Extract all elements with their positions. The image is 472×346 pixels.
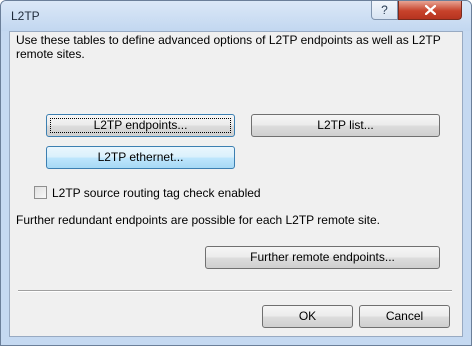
- source-routing-tag-label[interactable]: L2TP source routing tag check enabled: [52, 186, 261, 200]
- close-button[interactable]: [398, 1, 462, 20]
- help-icon: ?: [381, 3, 388, 17]
- footer-separator: [18, 290, 452, 292]
- focus-rect: [50, 118, 231, 133]
- window-title: L2TP: [11, 9, 40, 23]
- close-icon: [424, 4, 436, 16]
- l2tp-endpoints-button[interactable]: L2TP endpoints...: [46, 114, 235, 137]
- ok-label: OK: [298, 309, 317, 323]
- source-routing-tag-checkbox[interactable]: [34, 186, 47, 199]
- l2tp-list-label: L2TP list...: [317, 118, 374, 132]
- l2tp-ethernet-button[interactable]: L2TP ethernet...: [46, 146, 235, 169]
- further-remote-endpoints-button[interactable]: Further remote endpoints...: [205, 246, 440, 269]
- help-button[interactable]: ?: [371, 1, 398, 20]
- cancel-label: Cancel: [385, 309, 424, 323]
- redundant-endpoints-note: Further redundant endpoints are possible…: [16, 213, 380, 227]
- description-text: Use these tables to define advanced opti…: [16, 33, 441, 61]
- l2tp-list-button[interactable]: L2TP list...: [251, 114, 440, 137]
- cancel-button[interactable]: Cancel: [359, 305, 450, 328]
- title-bar[interactable]: L2TP ?: [1, 1, 471, 31]
- ok-button[interactable]: OK: [262, 305, 353, 328]
- l2tp-ethernet-label: L2TP ethernet...: [97, 150, 184, 164]
- further-remote-endpoints-label: Further remote endpoints...: [250, 250, 395, 264]
